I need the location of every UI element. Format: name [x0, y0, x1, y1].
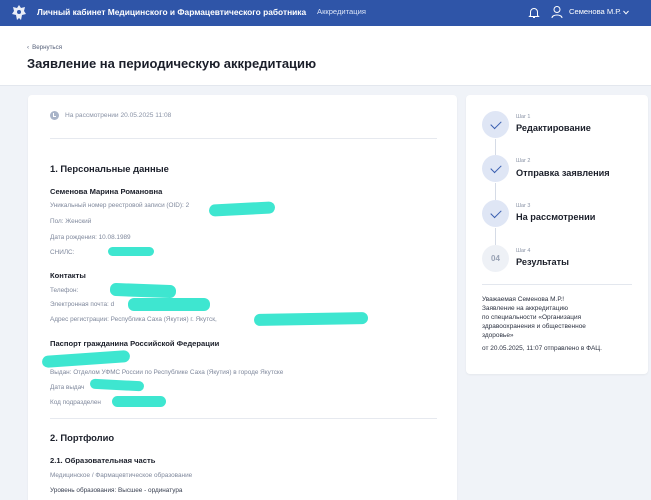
address-field: Адрес регистрации: Республика Саха (Якут…: [50, 316, 217, 323]
section-title-portfolio: 2. Портфолио: [50, 432, 115, 443]
divider: [482, 284, 632, 285]
step-3-done: [482, 200, 509, 227]
step-connector: [495, 228, 496, 245]
step-3-name: На рассмотрении: [516, 212, 596, 222]
education-level: Уровень образования: Высшее - ординатура: [50, 487, 183, 494]
gender-field: Пол: Женский: [50, 218, 92, 225]
step-3-label: Шаг 3: [516, 203, 531, 209]
division-code-field: Код подразделен: [50, 399, 101, 406]
nav-link-accreditation[interactable]: Аккредитация: [317, 7, 366, 16]
oid-field: Уникальный номер реестровой записи (OID)…: [50, 202, 190, 209]
page-title: Заявление на периодическую аккредитацию: [27, 56, 317, 71]
step-1-done: [482, 111, 509, 138]
divider: [50, 418, 437, 419]
divider: [50, 138, 437, 139]
issued-by-field: Выдан: Отделом УФМС России по Республике…: [50, 369, 284, 376]
birth-date-field: Дата рождения: 10.08.1989: [50, 234, 131, 241]
step-connector: [495, 139, 496, 155]
redaction-mark: [108, 247, 154, 256]
status-line: На рассмотрении 20.05.2025 11:08: [50, 111, 171, 120]
education-type: Медицинское / Фармацевтическое образован…: [50, 472, 193, 479]
step-4-label: Шаг 4: [516, 248, 531, 254]
phone-field: Телефон:: [50, 287, 79, 294]
step-4-pending: 04: [482, 245, 509, 272]
issue-date-field: Дата выдач: [50, 384, 85, 391]
contacts-title: Контакты: [50, 271, 86, 280]
check-icon: [489, 117, 502, 129]
back-link[interactable]: ‹ Вернуться: [27, 44, 62, 51]
emblem-icon: [12, 5, 26, 20]
step-4-name: Результаты: [516, 257, 569, 267]
step-2-name: Отправка заявления: [516, 168, 610, 178]
redaction-mark: [253, 312, 369, 326]
steps-card: Шаг 1 Редактирование Шаг 2 Отправка заяв…: [466, 95, 648, 374]
notice-line: здоровье»: [482, 332, 514, 339]
redaction-mark: [128, 298, 210, 311]
step-4-number: 04: [491, 254, 500, 263]
bell-icon[interactable]: [528, 6, 540, 19]
chevron-down-icon[interactable]: [623, 10, 629, 15]
step-connector: [495, 183, 496, 200]
step-2-label: Шаг 2: [516, 158, 531, 164]
app-title[interactable]: Личный кабинет Медицинского и Фармацевти…: [37, 7, 306, 17]
top-bar: Личный кабинет Медицинского и Фармацевти…: [0, 0, 651, 26]
user-icon[interactable]: [551, 5, 563, 19]
step-1-label: Шаг 1: [516, 114, 531, 120]
redaction-mark: [109, 282, 177, 299]
redaction-mark: [112, 396, 166, 407]
notice-line: Уважаемая Семенова М.Р.!: [482, 296, 565, 303]
notice-line: от 20.05.2025, 11:07 отправлено в ФАЦ.: [482, 345, 602, 352]
check-icon: [489, 161, 502, 173]
check-icon: [489, 206, 502, 218]
step-1-name: Редактирование: [516, 123, 591, 133]
status-check-icon: [50, 111, 59, 120]
education-subtitle: 2.1. Образовательная часть: [50, 456, 156, 465]
application-card: На рассмотрении 20.05.2025 11:08 1. Перс…: [28, 95, 457, 500]
snils-field: СНИЛС:: [50, 249, 75, 256]
notice-line: Заявление на аккредитацию: [482, 305, 568, 312]
step-2-done: [482, 155, 509, 182]
notice-line: здравоохранения и общественное: [482, 323, 586, 330]
section-title-personal: 1. Персональные данные: [50, 163, 169, 174]
chevron-left-icon: ‹: [27, 44, 30, 51]
notice-line: по специальности «Организация: [482, 314, 582, 321]
status-text: На рассмотрении 20.05.2025 11:08: [65, 112, 172, 119]
full-name: Семенова Марина Романовна: [50, 187, 163, 196]
passport-title: Паспорт гражданина Российской Федерации: [50, 339, 220, 348]
user-name[interactable]: Семенова М.Р.: [569, 7, 621, 16]
back-label: Вернуться: [32, 44, 63, 51]
email-field: Электронная почта: d: [50, 301, 115, 308]
